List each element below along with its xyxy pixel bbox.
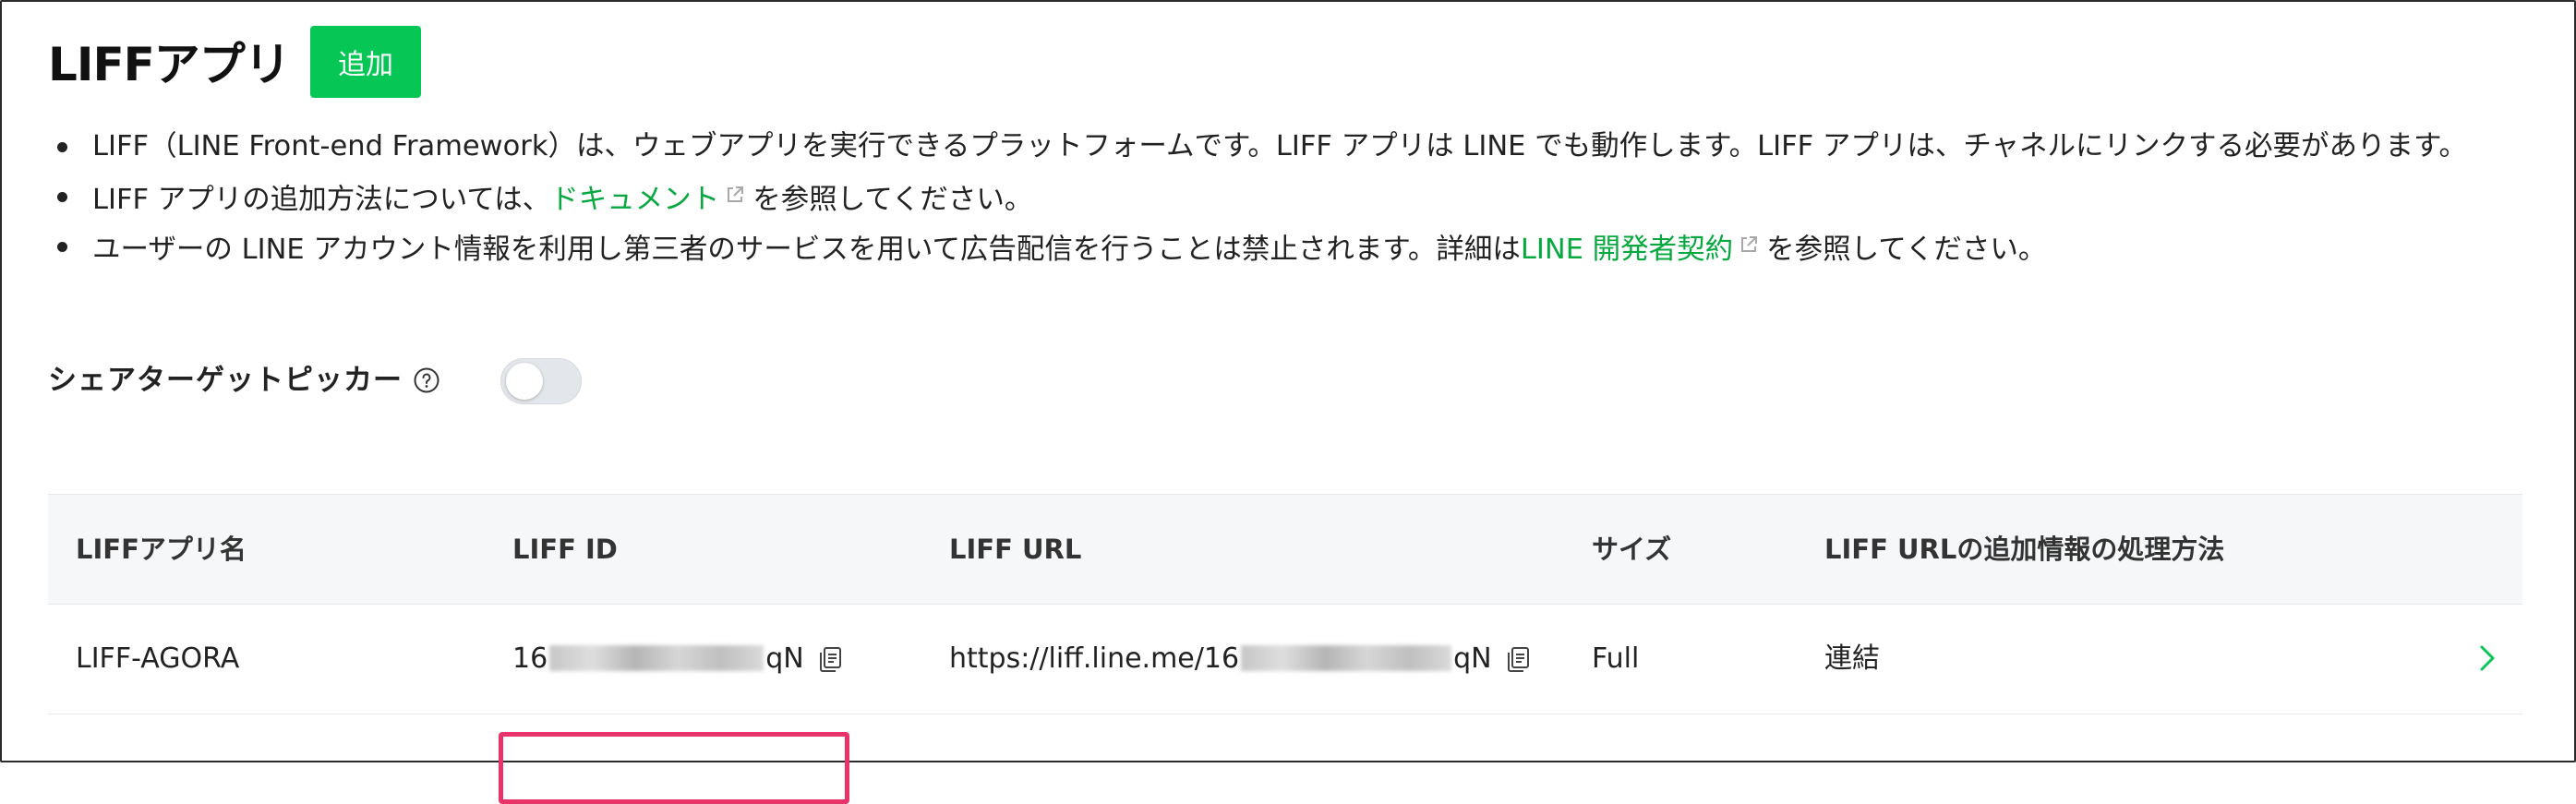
info-text: を参照してください。 bbox=[1766, 234, 2047, 266]
bullet bbox=[57, 192, 67, 202]
info-item-liff-about: LIFF（LINE Front-end Framework）は、ウェブアプリを実… bbox=[48, 122, 2541, 172]
bullet bbox=[57, 142, 67, 152]
external-link-icon bbox=[725, 172, 745, 222]
info-text: を参照してください。 bbox=[752, 184, 1033, 216]
liff-app-table: LIFFアプリ名 LIFF ID LIFF URL サイズ LIFF URLの追… bbox=[48, 494, 2522, 804]
liff-panel: LIFFアプリ 追加 LIFF（LINE Front-end Framework… bbox=[0, 0, 2576, 804]
liff-id-end: qN bbox=[765, 642, 804, 675]
copy-icon[interactable] bbox=[1505, 610, 1531, 719]
column-header-url: LIFF URL bbox=[949, 534, 1082, 565]
cell-liff-id: 16 qN bbox=[512, 605, 843, 714]
add-button[interactable]: 追加 bbox=[310, 26, 421, 98]
column-header-id: LIFF ID bbox=[512, 534, 618, 565]
column-header-size: サイズ bbox=[1592, 534, 1672, 565]
share-target-picker-label: シェアターゲットピッカー bbox=[48, 364, 403, 397]
chevron-right-icon[interactable] bbox=[2476, 642, 2498, 675]
column-header-mode: LIFF URLの追加情報の処理方法 bbox=[1824, 534, 2225, 565]
liff-url-start: https://liff.line.me/16 bbox=[949, 642, 1240, 675]
toggle-knob bbox=[506, 363, 543, 400]
bullet bbox=[57, 242, 67, 252]
column-header-name: LIFFアプリ名 bbox=[76, 534, 247, 565]
info-text: LIFF（LINE Front-end Framework）は、ウェブアプリを実… bbox=[92, 130, 2467, 162]
copy-icon[interactable] bbox=[817, 610, 843, 719]
info-list: LIFF（LINE Front-end Framework）は、ウェブアプリを実… bbox=[48, 122, 2541, 271]
liff-id-start: 16 bbox=[512, 642, 548, 675]
info-item-add-method: LIFF アプリの追加方法については、ドキュメント を参照してください。 bbox=[48, 172, 2541, 222]
redacted-id bbox=[549, 645, 764, 671]
info-item-ad-policy: ユーザーの LINE アカウント情報を利用し第三者のサービスを用いて広告配信を行… bbox=[48, 222, 2541, 271]
page-title: LIFFアプリ bbox=[48, 38, 291, 91]
cell-size: Full bbox=[1592, 642, 1640, 675]
table-header: LIFFアプリ名 LIFF ID LIFF URL サイズ LIFF URLの追… bbox=[48, 494, 2522, 605]
info-text: LIFF アプリの追加方法については、 bbox=[92, 184, 551, 216]
cell-app-name: LIFF-AGORA bbox=[76, 642, 240, 675]
table-row[interactable]: LIFF-AGORA 16 qN https://liff.line.me/16 q… bbox=[48, 605, 2522, 804]
document-link[interactable]: ドキュメント bbox=[550, 184, 719, 216]
developer-agreement-link[interactable]: LINE 開発者契約 bbox=[1521, 234, 1733, 266]
cell-mode: 連結 bbox=[1824, 642, 1880, 675]
info-text: ユーザーの LINE アカウント情報を利用し第三者のサービスを用いて広告配信を行… bbox=[92, 234, 1521, 266]
cell-liff-url: https://liff.line.me/16 qN bbox=[949, 605, 1531, 714]
highlight-box bbox=[499, 732, 849, 804]
liff-url-end: qN bbox=[1453, 642, 1492, 675]
redacted-url bbox=[1241, 645, 1452, 671]
external-link-icon bbox=[1739, 222, 1759, 271]
help-icon[interactable] bbox=[413, 366, 440, 394]
share-target-picker-toggle[interactable] bbox=[500, 358, 582, 404]
